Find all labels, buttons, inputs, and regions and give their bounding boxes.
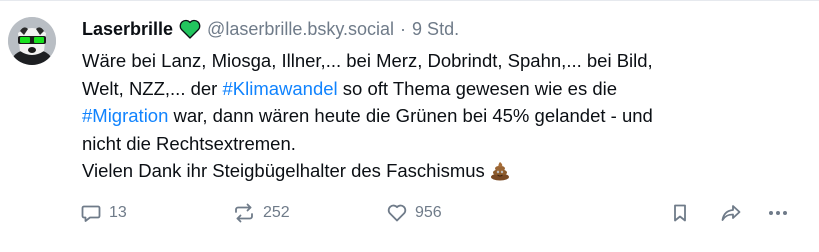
author-name[interactable]: Laserbrille (82, 18, 173, 40)
like-count: 956 (415, 204, 442, 221)
like-button[interactable]: 956 (386, 199, 442, 227)
avatar[interactable] (8, 17, 56, 65)
heart-outline-icon (387, 204, 407, 222)
repost-count: 252 (263, 204, 290, 221)
repost-button[interactable]: 252 (232, 199, 290, 227)
hashtag-klimawandel[interactable]: #Klimawandel (222, 78, 337, 99)
post-line: #Migration war, dann wären heute die Grü… (82, 105, 653, 126)
share-button[interactable] (719, 199, 743, 227)
more-options-button[interactable] (766, 199, 790, 227)
post-header: Laserbrille @laserbrille.bsky.social · 9… (82, 18, 459, 40)
post-line: Vielen Dank ihr Steigbügelhalter des Fas… (82, 157, 802, 185)
post-line: nicht die Rechtsextremen. (82, 132, 296, 154)
pile-of-poo-icon (489, 159, 511, 181)
separator: · (400, 19, 407, 39)
share-icon (721, 205, 741, 221)
repost-icon (235, 203, 253, 223)
bookmark-button[interactable] (669, 199, 691, 227)
post-actions: 13 252 956 (80, 199, 800, 227)
reply-count: 13 (109, 204, 127, 221)
more-dots-icon (769, 211, 787, 215)
post-line: Wäre bei Lanz, Miosga, Illner,... bei Me… (82, 50, 653, 71)
post-time[interactable]: 9 Std. (412, 18, 459, 40)
reply-icon (81, 205, 101, 222)
reply-button[interactable]: 13 (80, 199, 127, 227)
green-heart-icon (179, 19, 201, 39)
post-text: Wäre bei Lanz, Miosga, Illner,... bei Me… (82, 47, 802, 185)
bookmark-icon (674, 204, 686, 222)
post-card[interactable]: Laserbrille @laserbrille.bsky.social · 9… (0, 0, 819, 252)
author-handle[interactable]: @laserbrille.bsky.social (207, 18, 394, 40)
hashtag-migration[interactable]: #Migration (82, 105, 168, 126)
post-line: Welt, NZZ,... der #Klimawandel so oft Th… (82, 77, 618, 99)
